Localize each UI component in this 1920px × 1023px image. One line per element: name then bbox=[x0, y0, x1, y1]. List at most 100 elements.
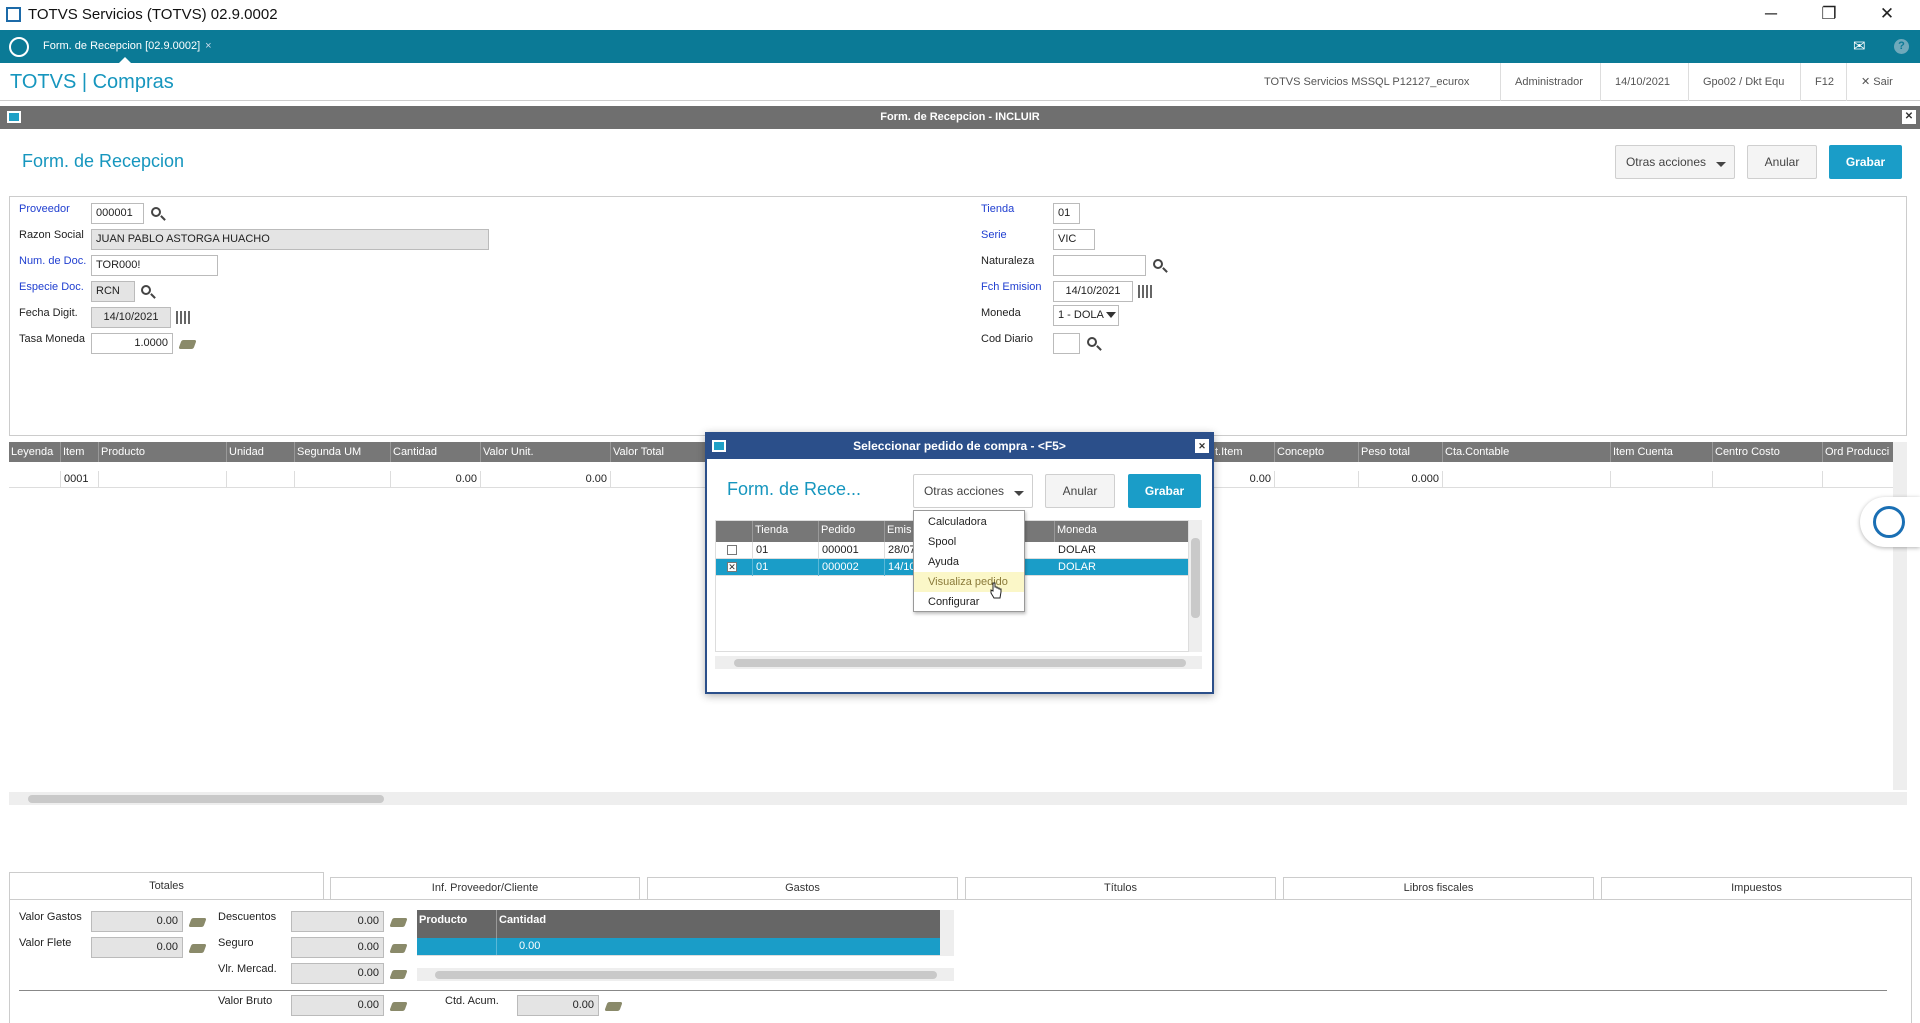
col-leyenda[interactable]: Leyenda bbox=[9, 442, 61, 462]
dialog-cancel-button[interactable]: Anular bbox=[1045, 474, 1115, 508]
cell-peso-total[interactable]: 0.000 bbox=[1359, 471, 1443, 488]
col-cantidad[interactable]: Cantidad bbox=[391, 442, 481, 462]
mini-col-producto[interactable]: Producto bbox=[417, 910, 497, 938]
dialog-save-button[interactable]: Grabar bbox=[1128, 474, 1201, 508]
menu-item-visualiza-pedido[interactable]: Visualiza pedido bbox=[914, 572, 1024, 592]
descuentos-field: 0.00 bbox=[291, 911, 384, 932]
cell-cantidad[interactable]: 0.00 bbox=[391, 471, 481, 488]
totvs-logo-icon[interactable] bbox=[9, 37, 29, 57]
cell-t-item[interactable]: 0.00 bbox=[1213, 471, 1275, 488]
col-t-item[interactable]: t.Item bbox=[1213, 442, 1275, 462]
dialog-grid-vscroll-thumb[interactable] bbox=[1191, 538, 1200, 618]
col-centro-costo[interactable]: Centro Costo bbox=[1713, 442, 1823, 462]
other-actions-button[interactable]: Otras acciones bbox=[1615, 145, 1735, 179]
cell-centro-costo[interactable] bbox=[1713, 471, 1823, 488]
tab-inf-proveedor[interactable]: Inf. Proveedor/Cliente bbox=[330, 877, 640, 900]
fch-emision-field[interactable]: 14/10/2021 bbox=[1053, 281, 1133, 302]
cell-valor-unit[interactable]: 0.00 bbox=[481, 471, 611, 488]
col-item[interactable]: Item bbox=[61, 442, 99, 462]
serie-field[interactable]: VIC bbox=[1053, 229, 1095, 250]
calendar-icon[interactable] bbox=[176, 311, 191, 324]
valor-gastos-field: 0.00 bbox=[91, 911, 183, 932]
col-segunda-um[interactable]: Segunda UM bbox=[295, 442, 391, 462]
dlg-cell-pedido: 000002 bbox=[819, 559, 885, 576]
col-concepto[interactable]: Concepto bbox=[1275, 442, 1359, 462]
mini-cell-cantidad: 0.00 bbox=[519, 940, 541, 952]
col-valor-total[interactable]: Valor Total bbox=[611, 442, 711, 462]
cell-segunda-um[interactable] bbox=[295, 471, 391, 488]
save-button[interactable]: Grabar bbox=[1829, 145, 1902, 179]
order-checkbox[interactable] bbox=[727, 545, 737, 555]
cell-item-cuenta[interactable] bbox=[1611, 471, 1713, 488]
tab-gastos[interactable]: Gastos bbox=[647, 877, 958, 900]
cancel-button[interactable]: Anular bbox=[1747, 145, 1817, 179]
dlg-check-cell[interactable]: ✕ bbox=[715, 559, 753, 576]
order-checkbox[interactable]: ✕ bbox=[727, 562, 737, 572]
menu-item-spool[interactable]: Spool bbox=[914, 532, 1024, 552]
header-f12[interactable]: F12 bbox=[1800, 63, 1848, 101]
naturaleza-field[interactable] bbox=[1053, 255, 1146, 276]
chevron-down-icon[interactable] bbox=[1106, 312, 1116, 318]
dlg-col-moneda[interactable]: Moneda bbox=[1055, 520, 1189, 542]
cod-diario-field[interactable] bbox=[1053, 333, 1080, 354]
tab-impuestos[interactable]: Impuestos bbox=[1601, 877, 1912, 900]
vlr-mercad-label: Vlr. Mercad. bbox=[218, 963, 277, 975]
mini-grid-row[interactable]: 0.00 bbox=[417, 938, 940, 956]
seguro-field: 0.00 bbox=[291, 937, 384, 958]
mini-col-cantidad[interactable]: Cantidad bbox=[497, 910, 617, 938]
restore-button[interactable]: ❐ bbox=[1806, 0, 1852, 30]
dlg-col-pedido[interactable]: Pedido bbox=[819, 520, 885, 542]
col-ord-produccion[interactable]: Ord Producci bbox=[1823, 442, 1893, 462]
mini-cell-producto bbox=[417, 938, 497, 955]
search-icon[interactable] bbox=[1087, 337, 1097, 347]
dlg-check-cell[interactable] bbox=[715, 542, 753, 559]
search-icon[interactable] bbox=[1153, 259, 1163, 269]
tienda-field[interactable]: 01 bbox=[1053, 203, 1080, 224]
col-valor-unit[interactable]: Valor Unit. bbox=[481, 442, 611, 462]
calendar-icon[interactable] bbox=[1138, 285, 1153, 298]
grid-vertical-scrollbar[interactable] bbox=[1893, 442, 1907, 790]
minimize-button[interactable]: ─ bbox=[1748, 0, 1794, 30]
col-item-cuenta[interactable]: Item Cuenta bbox=[1611, 442, 1713, 462]
search-icon[interactable] bbox=[151, 207, 161, 217]
window-title: TOTVS Servicios (TOTVS) 02.9.0002 bbox=[28, 6, 278, 23]
col-peso-total[interactable]: Peso total bbox=[1359, 442, 1443, 462]
mini-grid-vertical-scrollbar[interactable] bbox=[940, 910, 954, 956]
cell-cta-contable[interactable] bbox=[1443, 471, 1611, 488]
num-doc-field[interactable]: TOR000! bbox=[91, 255, 218, 276]
dialog-close-button[interactable]: ✕ bbox=[1195, 439, 1209, 453]
cell-concepto[interactable] bbox=[1275, 471, 1359, 488]
search-icon[interactable] bbox=[141, 285, 151, 295]
mini-grid-header: Producto Cantidad bbox=[417, 910, 940, 938]
cell-unidad[interactable] bbox=[227, 471, 295, 488]
form-title: Form. de Recepcion - INCLUIR bbox=[880, 111, 1040, 123]
cell-producto[interactable] bbox=[99, 471, 227, 488]
menu-item-calculadora[interactable]: Calculadora bbox=[914, 512, 1024, 532]
tab-close-icon[interactable]: × bbox=[205, 40, 211, 52]
tab-totales[interactable]: Totales bbox=[9, 872, 324, 900]
tasa-moneda-field[interactable]: 1.0000 bbox=[91, 333, 173, 354]
col-unidad[interactable]: Unidad bbox=[227, 442, 295, 462]
cell-valor-total[interactable] bbox=[611, 471, 711, 488]
proveedor-field[interactable]: 000001 bbox=[91, 203, 144, 224]
dialog-other-actions-button[interactable]: Otras acciones bbox=[913, 474, 1033, 508]
form-close-button[interactable]: ✕ bbox=[1902, 110, 1916, 124]
dlg-col-check[interactable] bbox=[715, 520, 753, 542]
help-icon[interactable]: ? bbox=[1894, 39, 1909, 54]
dialog-grid-hscroll-thumb[interactable] bbox=[734, 659, 1186, 667]
col-cta-contable[interactable]: Cta.Contable bbox=[1443, 442, 1611, 462]
menu-item-ayuda[interactable]: Ayuda bbox=[914, 552, 1024, 572]
fch-emision-label: Fch Emision bbox=[981, 281, 1042, 293]
tab-libros-fiscales[interactable]: Libros fiscales bbox=[1283, 877, 1594, 900]
close-window-button[interactable]: ✕ bbox=[1864, 0, 1910, 30]
chat-assistant-button[interactable] bbox=[1860, 497, 1920, 547]
exit-button[interactable]: ✕ Sair bbox=[1846, 63, 1907, 101]
cell-ord-produccion[interactable] bbox=[1823, 471, 1893, 488]
mini-grid-scroll-thumb[interactable] bbox=[435, 971, 937, 979]
mail-icon[interactable]: ✉ bbox=[1853, 37, 1866, 55]
grid-horizontal-scroll-thumb[interactable] bbox=[28, 795, 384, 803]
tab-titulos[interactable]: Títulos bbox=[965, 877, 1276, 900]
dlg-col-tienda[interactable]: Tienda bbox=[753, 520, 819, 542]
menu-item-configurar[interactable]: Configurar bbox=[914, 592, 1024, 612]
col-producto[interactable]: Producto bbox=[99, 442, 227, 462]
